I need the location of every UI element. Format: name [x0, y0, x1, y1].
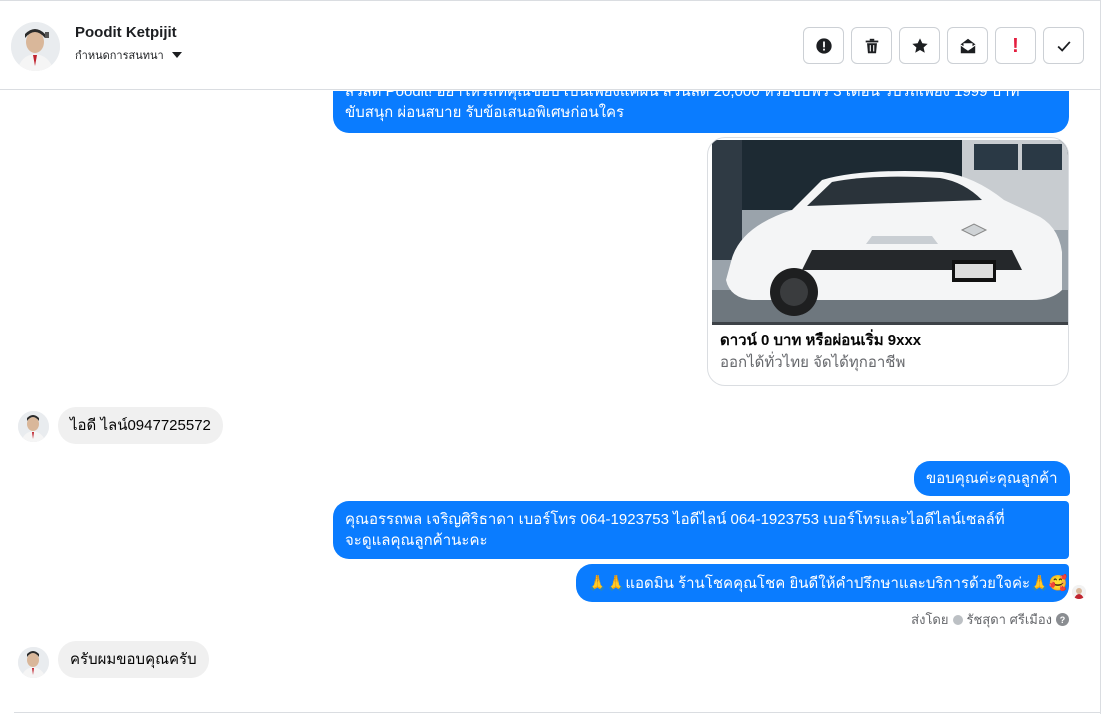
outgoing-message[interactable]: สวัสดี Poodit! อย่าให้รถที่คุณชอบ เป็นเพ… — [333, 91, 1069, 133]
car-photo — [712, 140, 1068, 325]
assign-conversation-label: กำหนดการสนทนา — [75, 50, 164, 62]
message-text: ครับผมขอบคุณครับ — [70, 651, 197, 668]
mark-important-button[interactable]: ! — [995, 27, 1036, 64]
alert-circle-icon — [815, 37, 832, 54]
mark-unread-button[interactable] — [947, 27, 988, 64]
message-text: คุณอรรถพล เจริญศิริธาดา เบอร์โทร 064-192… — [345, 511, 1005, 528]
message-text: ขอบคุณค่ะคุณลูกค้า — [926, 470, 1058, 487]
contact-avatar[interactable] — [11, 22, 60, 71]
seen-avatar — [1072, 585, 1086, 599]
incoming-message[interactable]: ไอดี ไลน์0947725572 — [58, 407, 223, 444]
checkmark-icon — [1057, 40, 1071, 52]
mark-done-button[interactable] — [1043, 27, 1084, 64]
star-icon — [911, 37, 928, 53]
composer-divider — [14, 712, 1100, 713]
message-list[interactable]: สวัสดี Poodit! อย่าให้รถที่คุณชอบ เป็นเพ… — [0, 91, 1100, 714]
message-text: 🙏🙏แอดมิน ร้านโชคคุณโชค ยินดีให้คำปรึกษาแ… — [588, 574, 1068, 592]
contact-avatar-small[interactable] — [18, 647, 49, 678]
message-text: จะดูแลคุณลูกค้านะคะ — [345, 532, 488, 549]
envelope-open-icon — [959, 38, 976, 53]
conversation-actions: ! — [803, 27, 1084, 64]
message-text: ไอดี ไลน์0947725572 — [70, 417, 211, 434]
star-button[interactable] — [899, 27, 940, 64]
outgoing-message[interactable]: 🙏🙏แอดมิน ร้านโชคคุณโชค ยินดีให้คำปรึกษาแ… — [576, 564, 1069, 602]
outgoing-message[interactable]: คุณอรรถพล เจริญศิริธาดา เบอร์โทร 064-192… — [333, 501, 1069, 559]
exclamation-icon: ! — [1012, 34, 1019, 57]
assign-conversation-dropdown[interactable]: กำหนดการสนทนา — [75, 47, 182, 63]
card-subtitle: ออกได้ทั่วไทย จัดได้ทุกอาชีพ — [720, 354, 906, 371]
card-title: ดาวน์ 0 บาท หรือผ่อนเริ่ม 9xxx — [720, 332, 922, 349]
trash-icon — [865, 38, 878, 53]
incoming-message[interactable]: ครับผมขอบคุณครับ — [58, 641, 209, 678]
sent-by-name[interactable]: รัชสุดา ศรีเมือง — [967, 609, 1053, 630]
contact-name[interactable]: Poodit Ketpijit — [75, 24, 177, 41]
conversation-view: Poodit Ketpijit กำหนดการสนทนา ! สวัสดี P… — [0, 0, 1101, 714]
outgoing-message[interactable]: ขอบคุณค่ะคุณลูกค้า — [914, 461, 1070, 496]
sent-by-info: ส่งโดย รัชสุดา ศรีเมือง ? — [911, 609, 1069, 630]
message-text: สวัสดี Poodit! อย่าให้รถที่คุณชอบ เป็นเพ… — [345, 91, 1020, 100]
agent-avatar-icon — [952, 614, 963, 625]
contact-avatar-small[interactable] — [18, 411, 49, 442]
caret-down-icon — [171, 52, 182, 58]
sent-by-label: ส่งโดย — [911, 612, 949, 627]
message-text: ขับสนุก ผ่อนสบาย รับข้อเสนอพิเศษก่อนใคร — [345, 104, 625, 121]
attachment-card[interactable]: ดาวน์ 0 บาท หรือผ่อนเริ่ม 9xxx ออกได้ทั่… — [707, 137, 1069, 386]
conversation-header: Poodit Ketpijit กำหนดการสนทนา ! — [0, 1, 1100, 90]
help-icon[interactable]: ? — [1056, 613, 1069, 626]
spam-button[interactable] — [803, 27, 844, 64]
delete-button[interactable] — [851, 27, 892, 64]
